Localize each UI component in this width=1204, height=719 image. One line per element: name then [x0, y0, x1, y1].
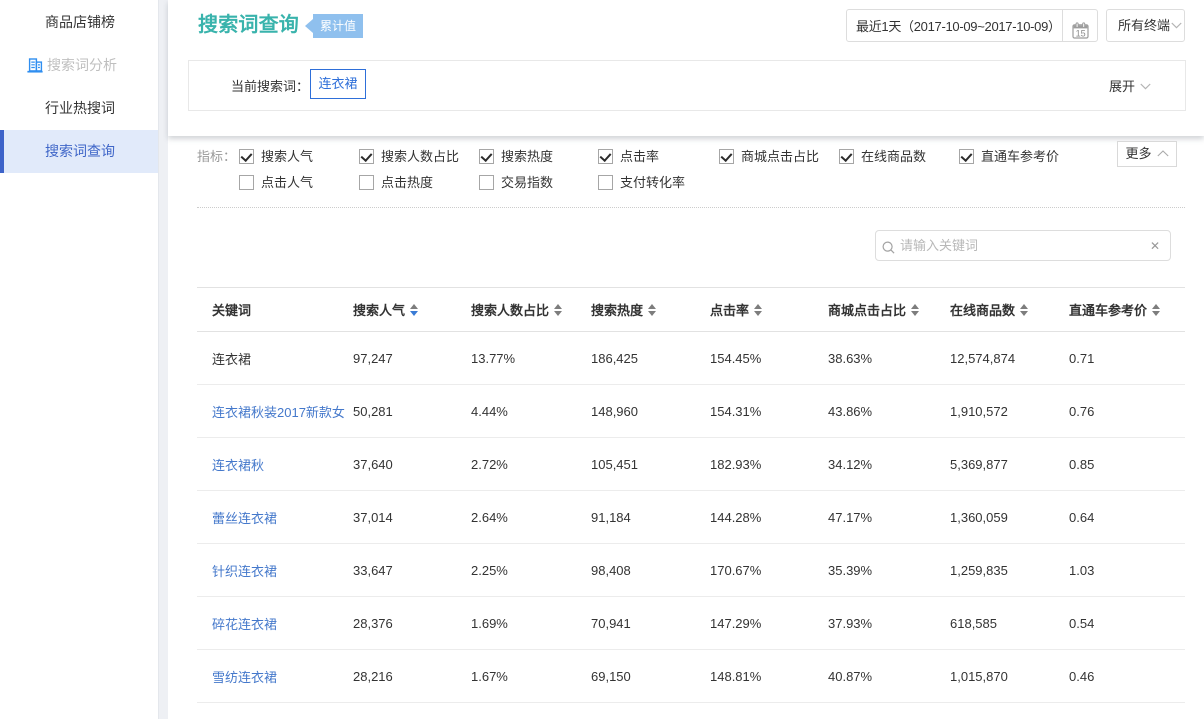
- svg-text:15: 15: [1076, 28, 1086, 38]
